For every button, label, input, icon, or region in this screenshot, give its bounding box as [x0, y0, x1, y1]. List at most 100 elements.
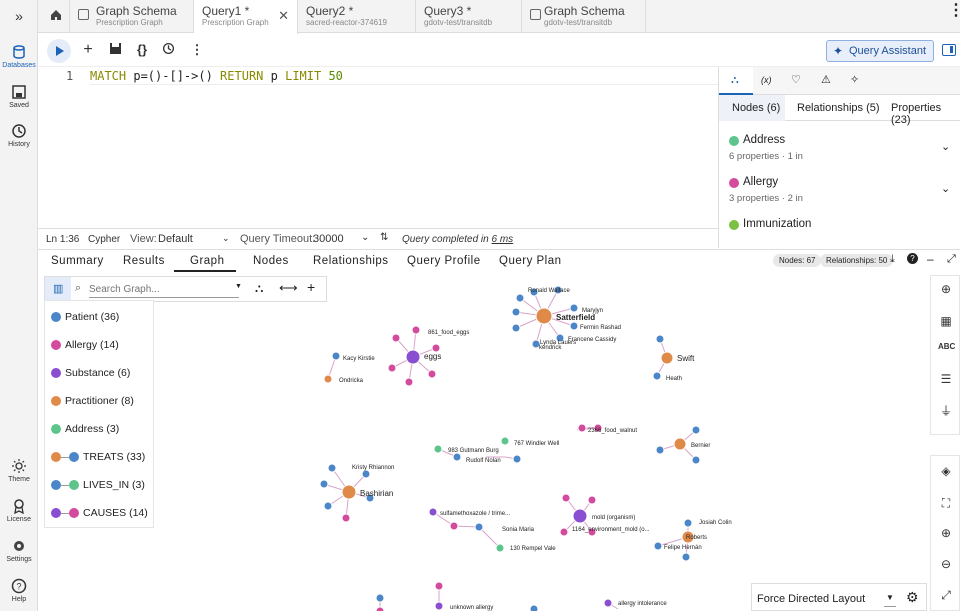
tab-graph[interactable]: Graph	[190, 255, 224, 267]
rail-databases[interactable]: Databases	[0, 44, 38, 69]
graph-canvas[interactable]: Satterfield Ronald Wallace Maryjyn Fermi…	[154, 272, 930, 611]
graph-node[interactable]	[691, 425, 701, 435]
tab-relationships[interactable]: Relationships (5)	[797, 102, 880, 114]
graph-node[interactable]	[559, 527, 569, 537]
panel-toggle-icon[interactable]	[942, 44, 956, 56]
variable-icon[interactable]: (x)	[761, 75, 772, 85]
graph-node[interactable]	[569, 303, 579, 313]
more-vert-icon[interactable]: ⋮	[189, 42, 205, 58]
graph-node[interactable]	[511, 307, 521, 317]
legend-address[interactable]: Address (3)	[51, 421, 119, 437]
graph-node[interactable]	[655, 334, 665, 344]
add-icon[interactable]: +	[80, 42, 96, 58]
graph-node[interactable]	[683, 518, 693, 528]
graph-node[interactable]	[572, 508, 588, 524]
table-icon[interactable]: ▦	[938, 314, 954, 330]
gear-icon[interactable]: ⚙	[906, 589, 919, 606]
rail-license[interactable]: License	[0, 498, 38, 523]
tab-relationships[interactable]: Relationships	[313, 255, 389, 267]
rail-theme[interactable]: Theme	[0, 458, 38, 483]
graph-node[interactable]	[387, 363, 397, 373]
graph-node[interactable]	[673, 437, 687, 451]
graph-node[interactable]	[375, 593, 385, 603]
legend-substance[interactable]: Substance (6)	[51, 365, 130, 381]
graph-node[interactable]	[323, 374, 333, 384]
graph-node[interactable]	[327, 463, 337, 473]
tab-query-plan[interactable]: Query Plan	[499, 255, 562, 267]
rail-settings[interactable]: Settings	[0, 538, 38, 563]
graph-node[interactable]	[331, 351, 341, 361]
graph-node[interactable]	[411, 325, 421, 335]
chevron-down-icon[interactable]: ⌄	[941, 140, 950, 153]
graph-node[interactable]	[375, 606, 385, 611]
tab-graph-schema-2[interactable]: Graph Schema gdotv-test/transitdb	[522, 0, 646, 33]
graph-node[interactable]	[660, 351, 674, 365]
more-vert-icon[interactable]: ⋮	[948, 3, 960, 19]
maximize-icon[interactable]: ⤢	[947, 253, 956, 266]
graph-node[interactable]	[431, 343, 441, 353]
graph-node[interactable]	[511, 323, 521, 333]
tab-summary[interactable]: Summary	[51, 255, 104, 267]
fullscreen-icon[interactable]: ⤢	[938, 588, 954, 604]
graph-node[interactable]	[561, 493, 571, 503]
schema-item-address[interactable]: Address 6 properties · 1 in ⌄	[729, 134, 953, 174]
graph-node[interactable]	[535, 307, 553, 325]
warning-icon[interactable]: ⚠	[821, 73, 831, 86]
tab-properties[interactable]: Properties (23)	[891, 102, 960, 126]
graph-node[interactable]	[323, 501, 333, 511]
rail-saved[interactable]: Saved	[0, 84, 38, 109]
graph-node[interactable]	[405, 349, 421, 365]
legend-patient[interactable]: Patient (36)	[51, 309, 119, 325]
chevron-down-icon[interactable]: ⌄	[941, 182, 950, 195]
graph-icon[interactable]: ⛬	[731, 74, 739, 87]
graph-node[interactable]	[428, 507, 438, 517]
graph-node[interactable]	[515, 293, 525, 303]
tab-query2[interactable]: Query2 * sacred-reactor-374619	[298, 0, 416, 33]
sparkle-icon[interactable]: ✧	[850, 73, 859, 86]
graph-node[interactable]	[569, 321, 579, 331]
zoom-in-icon[interactable]: ⊕	[938, 526, 954, 542]
timeout-input[interactable]: 30000	[313, 233, 344, 245]
rail-help[interactable]: ? Help	[0, 578, 38, 603]
collapse-icon[interactable]: »	[0, 8, 38, 24]
legend-treats[interactable]: TREATS (33)	[51, 449, 145, 465]
fit-icon[interactable]: ⛶	[938, 496, 954, 512]
graph-node[interactable]	[434, 601, 444, 611]
graph-node[interactable]	[449, 521, 459, 531]
format-button[interactable]: {}	[134, 42, 150, 58]
graph-node[interactable]	[691, 455, 701, 465]
schema-item-allergy[interactable]: Allergy 3 properties · 2 in ⌄	[729, 176, 953, 216]
tab-nodes[interactable]: Nodes (6)	[732, 102, 780, 114]
view-select[interactable]: Default	[158, 233, 193, 245]
graph-node[interactable]	[341, 484, 357, 500]
tab-query3[interactable]: Query3 * gdotv-test/transitdb	[416, 0, 522, 33]
legend-lives-in[interactable]: LIVES_IN (3)	[51, 477, 145, 493]
graph-node[interactable]	[495, 543, 505, 553]
graph-node[interactable]	[529, 604, 539, 611]
graph-node[interactable]	[681, 552, 691, 562]
graph-node[interactable]	[653, 541, 663, 551]
graph-node[interactable]	[434, 581, 444, 591]
layers-icon[interactable]: ◈	[938, 464, 954, 480]
save-query-button[interactable]	[107, 42, 123, 58]
filter-icon[interactable]: ⏚	[938, 402, 954, 418]
tab-query-profile[interactable]: Query Profile	[407, 255, 481, 267]
home-tab[interactable]	[38, 0, 70, 33]
tab-nodes[interactable]: Nodes	[253, 255, 289, 267]
legend-allergy[interactable]: Allergy (14)	[51, 337, 119, 353]
graph-node[interactable]	[361, 469, 371, 479]
chevron-down-icon[interactable]: ▼	[886, 593, 894, 602]
graph-node[interactable]	[319, 479, 329, 489]
tab-results[interactable]: Results	[123, 255, 165, 267]
layout-select[interactable]: Force Directed Layout	[757, 593, 865, 605]
rail-history[interactable]: History	[0, 123, 38, 148]
graph-node[interactable]	[512, 454, 522, 464]
graph-node[interactable]	[603, 598, 613, 608]
chevron-up-down-icon[interactable]: ⇅	[380, 232, 388, 243]
minimize-icon[interactable]: –	[927, 252, 934, 266]
history-button[interactable]	[160, 42, 176, 58]
graph-node[interactable]	[474, 522, 484, 532]
graph-node[interactable]	[577, 423, 587, 433]
graph-node[interactable]	[341, 513, 351, 523]
tab-graph-schema[interactable]: Graph Schema Prescription Graph	[70, 0, 194, 33]
